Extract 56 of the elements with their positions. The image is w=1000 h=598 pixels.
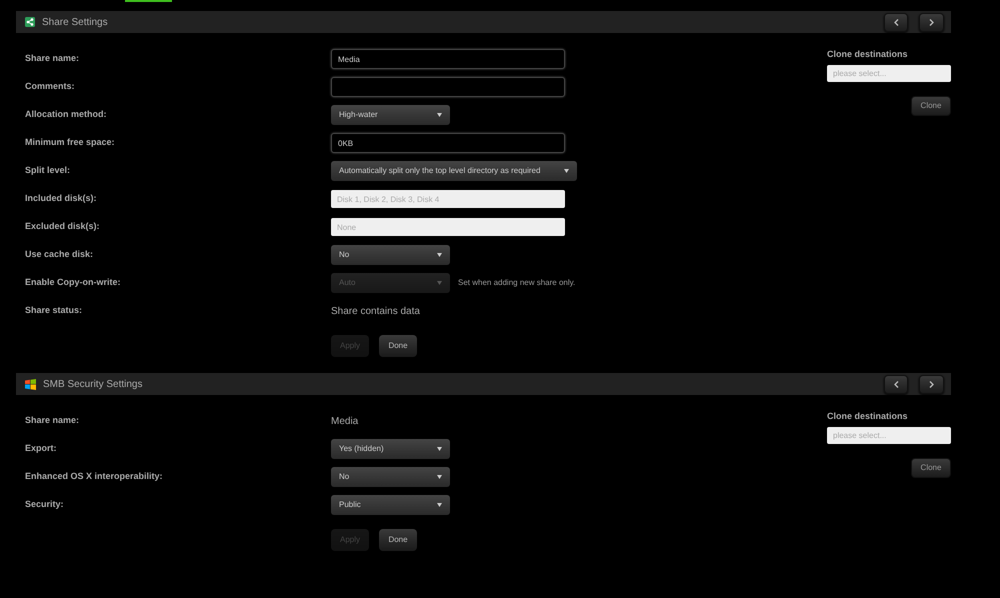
caret-icon	[437, 281, 442, 285]
field-note: Set when adding new share only.	[458, 277, 576, 289]
field-label: Export:	[24, 442, 58, 456]
field-value: Media	[331, 414, 358, 428]
chevron-right-icon	[929, 18, 934, 26]
text-field[interactable]	[331, 77, 565, 97]
field-label: Included disk(s):	[24, 192, 98, 206]
previous-button[interactable]	[884, 12, 908, 32]
input-field[interactable]: please select...	[827, 64, 951, 82]
share-icon	[25, 17, 35, 27]
dropdown[interactable]: Yes (hidden)	[331, 439, 450, 459]
field-label: Use cache disk:	[24, 248, 94, 262]
caret-icon	[437, 253, 442, 257]
field-label: Share status:	[24, 304, 84, 318]
clone-button[interactable]: Clone	[911, 96, 951, 116]
previous-button[interactable]	[884, 374, 908, 394]
field-label: Comments:	[24, 80, 76, 94]
next-button[interactable]	[919, 12, 944, 32]
dropdown[interactable]: Public	[331, 495, 450, 515]
field-label: Excluded disk(s):	[24, 220, 101, 234]
field-label: Share name:	[24, 52, 80, 66]
field-value: Share contains data	[331, 304, 420, 318]
dropdown[interactable]: No	[331, 245, 450, 265]
panel-title: Share Settings	[42, 16, 109, 30]
field-label: Allocation method:	[24, 108, 108, 122]
field-label: Security:	[24, 498, 65, 512]
text-field[interactable]: Media	[331, 49, 565, 69]
caret-icon	[437, 475, 442, 479]
form-button[interactable]: Done	[379, 335, 417, 357]
clone-button[interactable]: Clone	[911, 458, 951, 478]
caret-icon	[437, 113, 442, 117]
input-field[interactable]: None	[331, 218, 565, 236]
caret-icon	[437, 447, 442, 451]
field-label: Enable Copy-on-write:	[24, 276, 122, 290]
clone-label: Clone destinations	[827, 48, 909, 61]
next-button[interactable]	[919, 374, 944, 394]
dropdown[interactable]: Automatically split only the top level directory as required	[331, 161, 578, 181]
chevron-left-icon	[894, 380, 898, 388]
dropdown[interactable]: No	[331, 467, 450, 487]
caret-icon	[564, 169, 570, 173]
text-field[interactable]: 0KB	[331, 133, 565, 153]
field-label: Share name:	[24, 414, 80, 428]
caret-icon	[437, 503, 442, 507]
windows-flag-icon	[25, 378, 36, 390]
field-label: Split level:	[24, 164, 72, 178]
chevron-left-icon	[894, 18, 898, 26]
field-label: Enhanced OS X interoperability:	[24, 470, 164, 484]
panel-title: SMB Security Settings	[43, 378, 144, 392]
input-field[interactable]: Disk 1, Disk 2, Disk 3, Disk 4	[331, 190, 565, 208]
tab-indicator	[125, 0, 172, 2]
dropdown[interactable]: High-water	[331, 105, 450, 125]
clone-label: Clone destinations	[827, 410, 909, 423]
chevron-right-icon	[929, 380, 934, 388]
field-label: Minimum free space:	[24, 136, 116, 150]
input-field[interactable]: please select...	[827, 426, 951, 444]
form-button[interactable]: Done	[379, 529, 417, 551]
